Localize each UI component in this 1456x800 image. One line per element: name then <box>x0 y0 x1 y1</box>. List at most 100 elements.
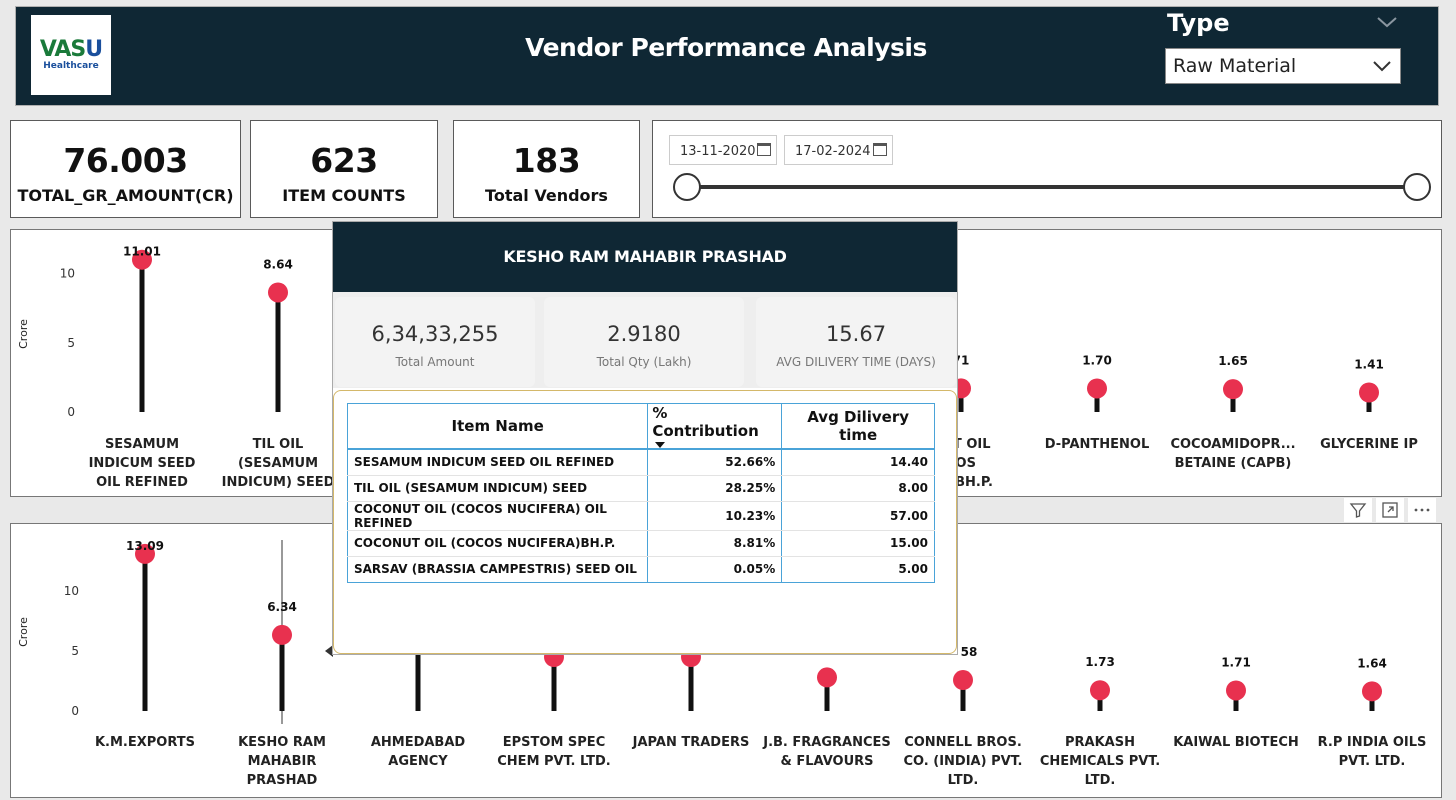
tooltip-avg-delivery-card: 15.67 AVG DILIVERY TIME (DAYS) <box>756 297 956 387</box>
lollipop-dot[interactable] <box>817 667 837 688</box>
cell-contribution: 28.25% <box>647 475 783 502</box>
focus-mode-icon[interactable] <box>1376 498 1404 522</box>
data-label: 1.64 <box>1357 656 1387 670</box>
cell-avg-delivery: 57.00 <box>781 501 935 531</box>
header-bar: VASU Healthcare Vendor Performance Analy… <box>15 6 1439 106</box>
y-tick-label: 0 <box>67 405 75 419</box>
x-category-label: GLYCERINE IP <box>1320 437 1418 452</box>
column-header-item-name[interactable]: Item Name <box>346 403 649 450</box>
x-category-label: KESHO RAM MAHABIR PRASHAD <box>238 735 326 788</box>
start-date-input[interactable]: 13-11-2020 <box>669 135 777 165</box>
table-row[interactable]: TIL OIL (SESAMUM INDICUM) SEED 28.25% 8.00 <box>346 475 935 502</box>
cell-item-name: TIL OIL (SESAMUM INDICUM) SEED <box>346 475 649 502</box>
y-tick-label: 5 <box>67 336 75 350</box>
x-category-label: SESAMUM INDICUM SEED OIL REFINED <box>88 437 196 490</box>
item-contribution-table: Item Name % Contribution Avg Dilivery ti… <box>346 403 935 583</box>
cell-item-name: SESAMUM INDICUM SEED OIL REFINED <box>346 448 649 476</box>
y-axis-label: Crore <box>17 319 30 349</box>
x-category-label: EPSTOM SPEC CHEM PVT. LTD. <box>497 735 611 769</box>
x-category-label: JAPAN TRADERS <box>632 735 750 750</box>
cell-item-name: COCONUT OIL (COCOS NUCIFERA)BH.P. <box>346 530 649 557</box>
x-category-label: D-PANTHENOL <box>1044 437 1150 452</box>
tooltip-vendor-name: KESHO RAM MAHABIR PRASHAD <box>333 222 957 292</box>
cell-avg-delivery: 5.00 <box>781 556 935 583</box>
tooltip-total-qty-card: 2.9180 Total Qty (Lakh) <box>544 297 744 387</box>
slider-end-handle[interactable] <box>1403 173 1431 201</box>
data-label: 58 <box>961 645 978 659</box>
tooltip-total-amount-card: 6,34,33,255 Total Amount <box>335 297 535 387</box>
cell-item-name: SARSAV (BRASSIA CAMPESTRIS) SEED OIL <box>346 556 649 583</box>
x-category-label: AHMEDABAD AGENCY <box>370 735 466 769</box>
chevron-down-icon <box>1373 61 1391 72</box>
calendar-icon[interactable] <box>757 143 771 156</box>
page-title: Vendor Performance Analysis <box>525 33 927 62</box>
kpi-item-counts: 623 ITEM COUNTS <box>250 120 438 218</box>
kpi-total-gr-amount: 76.003 TOTAL_GR_AMOUNT(CR) <box>10 120 241 218</box>
vendor-tooltip: KESHO RAM MAHABIR PRASHAD 6,34,33,255 To… <box>332 221 958 655</box>
tooltip-kpi-row: 6,34,33,255 Total Amount 2.9180 Total Qt… <box>333 292 957 388</box>
cell-contribution: 10.23% <box>647 501 783 531</box>
x-category-label: CONNELL BROS. CO. (INDIA) PVT. LTD. <box>903 735 1023 788</box>
x-category-label: TIL OIL (SESAMUM INDICUM) SEED <box>221 437 335 490</box>
table-row[interactable]: COCONUT OIL (COCOS NUCIFERA) OIL REFINED… <box>346 501 935 531</box>
lollipop-dot[interactable] <box>1362 681 1382 702</box>
tooltip-table-container: Item Name % Contribution Avg Dilivery ti… <box>333 390 957 654</box>
data-label: 6.34 <box>267 600 297 614</box>
cell-contribution: 0.05% <box>647 556 783 583</box>
end-date-input[interactable]: 17-02-2024 <box>784 135 893 165</box>
x-category-label: COCOAMIDOPR... BETAINE (CAPB) <box>1170 437 1296 471</box>
lollipop-dot[interactable] <box>953 670 973 691</box>
data-label: 1.41 <box>1354 357 1384 371</box>
date-slider-track[interactable] <box>686 185 1418 189</box>
type-slicer-label: Type <box>1167 9 1230 37</box>
calendar-icon[interactable] <box>873 143 887 156</box>
type-dropdown[interactable]: Raw Material <box>1165 48 1401 84</box>
kpi-total-vendors: 183 Total Vendors <box>453 120 640 218</box>
filter-icon[interactable] <box>1344 498 1372 522</box>
type-dropdown-value: Raw Material <box>1173 55 1297 77</box>
y-tick-label: 0 <box>71 704 79 718</box>
data-label: 8.64 <box>263 257 293 271</box>
data-label: 1.73 <box>1085 655 1115 669</box>
lollipop-dot[interactable] <box>1226 680 1246 701</box>
sort-descending-icon <box>655 442 666 448</box>
y-tick-label: 10 <box>60 267 75 281</box>
lollipop-dot[interactable] <box>1087 378 1107 399</box>
date-range-slicer: 13-11-2020 17-02-2024 <box>652 120 1442 218</box>
data-label: 1.65 <box>1218 354 1248 368</box>
lollipop-dot[interactable] <box>1223 379 1243 400</box>
lollipop-dot[interactable] <box>1090 680 1110 701</box>
x-category-label: KAIWAL BIOTECH <box>1173 735 1299 750</box>
data-label: 1.71 <box>1221 655 1251 669</box>
data-label: 11.01 <box>123 245 161 259</box>
slider-start-handle[interactable] <box>673 173 701 201</box>
cell-avg-delivery: 8.00 <box>781 475 935 502</box>
x-category-label: PRAKASH CHEMICALS PVT. LTD. <box>1039 735 1161 788</box>
lollipop-dot[interactable] <box>1359 382 1379 403</box>
cell-contribution: 52.66% <box>647 448 783 476</box>
column-header-contribution[interactable]: % Contribution <box>647 403 783 450</box>
y-axis-label: Crore <box>17 617 30 647</box>
cell-avg-delivery: 14.40 <box>781 448 935 476</box>
table-row[interactable]: SARSAV (BRASSIA CAMPESTRIS) SEED OIL 0.05… <box>346 556 935 583</box>
y-tick-label: 5 <box>71 644 79 658</box>
column-header-avg-delivery[interactable]: Avg Dilivery time <box>781 403 935 450</box>
vasu-logo: VASU Healthcare <box>31 15 111 95</box>
x-category-label: K.M.EXPORTS <box>94 735 196 750</box>
visual-header-icons <box>1344 498 1440 522</box>
x-category-label: J.B. FRAGRANCES & FLAVOURS <box>763 735 891 769</box>
data-label: 1.70 <box>1082 353 1112 367</box>
lollipop-dot[interactable] <box>272 624 292 645</box>
more-options-icon[interactable] <box>1408 498 1436 522</box>
collapse-chevron-icon[interactable] <box>1376 15 1398 29</box>
dashboard: VASU Healthcare Vendor Performance Analy… <box>0 0 1456 800</box>
data-label: 13.09 <box>126 539 164 553</box>
table-row[interactable]: SESAMUM INDICUM SEED OIL REFINED 52.66% 14… <box>346 448 935 476</box>
table-row[interactable]: COCONUT OIL (COCOS NUCIFERA)BH.P. 8.81% 15… <box>346 530 935 557</box>
cell-item-name: COCONUT OIL (COCOS NUCIFERA) OIL REFINED <box>346 501 649 531</box>
x-category-label: R.P INDIA OILS PVT. LTD. <box>1317 735 1427 769</box>
cell-avg-delivery: 15.00 <box>781 530 935 557</box>
cell-contribution: 8.81% <box>647 530 783 557</box>
y-tick-label: 10 <box>64 584 79 598</box>
lollipop-dot[interactable] <box>268 282 288 303</box>
